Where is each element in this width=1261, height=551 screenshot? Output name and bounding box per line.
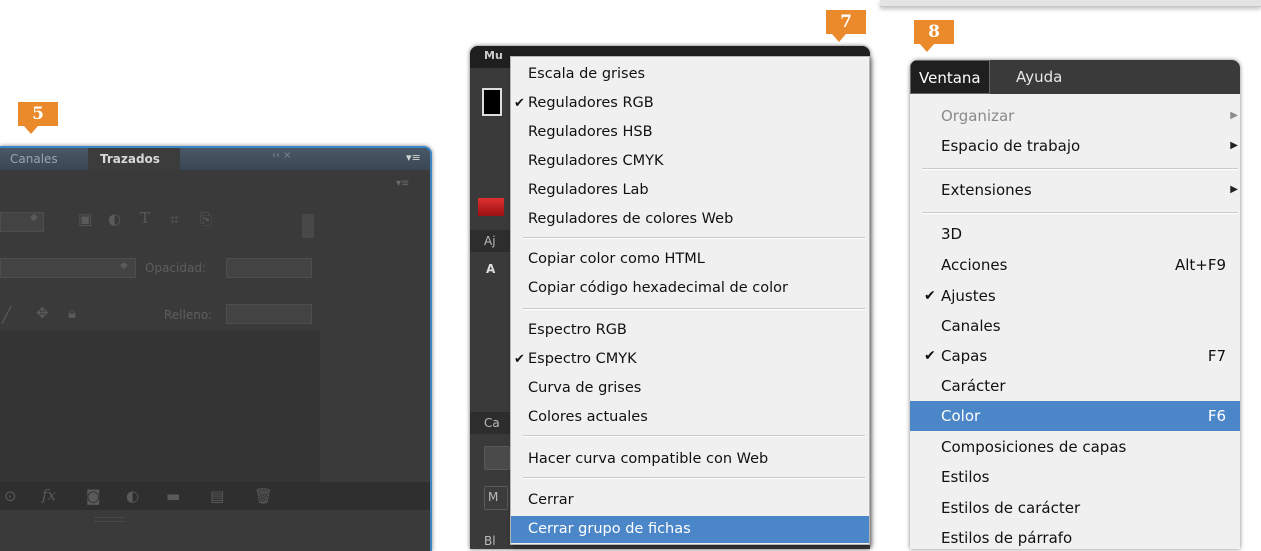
folder-icon[interactable]: ▬ — [166, 487, 180, 505]
filter-arrow-icon: ◆ — [30, 212, 38, 223]
paths-panel: Canales Trazados ‹‹ × ▾≡ ▾≡ ◆ ▣ ◐ T ⌗ ⎘ … — [0, 146, 432, 551]
menu-item-estilos-parrafo[interactable]: Estilos de párrafo — [910, 523, 1240, 549]
panel-footer — [0, 510, 430, 551]
panel-menu-icon[interactable]: ▾≡ — [406, 151, 421, 164]
submenu-arrow-icon: ▶ — [1230, 140, 1238, 151]
check-icon: ✔ — [514, 352, 525, 367]
new-layer-icon[interactable]: ▤ — [210, 487, 224, 505]
blend-mode-select[interactable] — [0, 258, 136, 278]
menu-item-colores-actuales[interactable]: Colores actuales — [511, 404, 869, 431]
filter-toggle[interactable] — [302, 214, 314, 238]
menu-item-espacio-trabajo[interactable]: Espacio de trabajo ▶ — [910, 131, 1240, 161]
top-decorative-strip — [880, 0, 1261, 7]
foreground-swatch[interactable] — [482, 88, 502, 116]
move-icon[interactable]: ✥ — [36, 304, 49, 322]
menu-item-caracter[interactable]: Carácter — [910, 371, 1240, 401]
m-label: M — [488, 490, 499, 504]
menu-item-curva-grises[interactable]: Curva de grises — [511, 375, 869, 402]
menu-item-reguladores-lab[interactable]: Reguladores Lab — [511, 177, 869, 204]
check-icon: ✔ — [514, 96, 525, 111]
menu-item-reguladores-web[interactable]: Reguladores de colores Web — [511, 206, 869, 233]
menu-separator — [523, 237, 865, 239]
adjustment-icon[interactable]: ◐ — [126, 487, 139, 505]
shortcut-label: Alt+F9 — [1174, 256, 1226, 274]
menu-item-espectro-rgb[interactable]: Espectro RGB — [511, 317, 869, 344]
check-icon: ✔ — [924, 288, 936, 304]
menu-item-ajustes[interactable]: ✔ Ajustes — [910, 281, 1240, 311]
color-panel-flyout-menu: Escala de grises ✔ Reguladores RGB Regula… — [510, 56, 870, 545]
menu-separator — [523, 435, 865, 437]
menu-ventana[interactable]: Ventana — [910, 60, 990, 94]
fill-field[interactable] — [226, 304, 312, 324]
step-badge-7: 7 — [826, 10, 866, 42]
bl-label: Bl — [484, 534, 496, 548]
step-badge-8: 8 — [914, 20, 954, 52]
menu-item-estilos[interactable]: Estilos — [910, 462, 1240, 492]
menu-item-escala-grises[interactable]: Escala de grises — [511, 61, 869, 88]
menu-item-canales[interactable]: Canales — [910, 311, 1240, 341]
a-label: A — [486, 262, 496, 276]
menu-item-curva-web[interactable]: Hacer curva compatible con Web — [511, 446, 869, 473]
submenu-icon[interactable]: ▾≡ — [396, 178, 409, 189]
submenu-arrow-icon: ▶ — [1230, 110, 1238, 121]
menu-item-acciones[interactable]: Acciones Alt+F9 — [910, 250, 1240, 280]
tab-muestras[interactable]: Mu — [484, 49, 503, 62]
collapse-close-icon[interactable]: ‹‹ × — [272, 150, 292, 161]
menu-separator — [922, 212, 1238, 214]
type-icon[interactable]: T — [140, 209, 150, 227]
smart-object-icon[interactable]: ⎘ — [200, 210, 212, 228]
menu-item-3d[interactable]: 3D — [910, 219, 1240, 249]
window-menu-panel: Ventana Ayuda Organizar ▶ Espacio de trab… — [910, 60, 1240, 549]
menu-item-espectro-cmyk[interactable]: ✔ Espectro CMYK — [511, 346, 869, 373]
resize-grip[interactable] — [95, 517, 125, 522]
trash-icon[interactable]: 🗑︎ — [254, 487, 273, 505]
blend-arrow-icon: ◆ — [120, 260, 128, 271]
lock-icon[interactable]: 🔒︎ — [68, 304, 76, 322]
menu-item-copiar-hex[interactable]: Copiar código hexadecimal de color — [511, 275, 869, 302]
mask-icon[interactable]: ◙ — [86, 487, 101, 505]
menu-separator — [922, 168, 1238, 170]
menu-ayuda[interactable]: Ayuda — [1008, 60, 1070, 94]
menu-bar: Ventana Ayuda — [910, 60, 1240, 94]
fill-label: Relleno: — [164, 308, 213, 322]
paths-bottom-toolbar: ⊙ fx ◙ ◐ ▬ ▤ 🗑︎ — [0, 482, 430, 510]
circle-half-icon[interactable]: ◐ — [108, 210, 121, 228]
menu-item-capas[interactable]: ✔ Capas F7 — [910, 341, 1240, 371]
menu-item-cerrar[interactable]: Cerrar — [511, 487, 869, 514]
shortcut-label: F6 — [1207, 407, 1226, 425]
tab-trazados[interactable]: Trazados — [88, 148, 180, 170]
aj-label: Aj — [484, 234, 496, 248]
step-badge-5: 5 — [18, 102, 58, 134]
menu-item-reguladores-rgb[interactable]: ✔ Reguladores RGB — [511, 90, 869, 117]
menu-item-reguladores-cmyk[interactable]: Reguladores CMYK — [511, 148, 869, 175]
opacity-field[interactable] — [226, 258, 312, 278]
menu-item-estilos-caracter[interactable]: Estilos de carácter — [910, 493, 1240, 523]
menu-separator — [523, 308, 865, 310]
link-icon[interactable]: ⊙ — [4, 487, 17, 505]
transform-icon[interactable]: ⌗ — [170, 210, 178, 228]
lock-brush-icon[interactable]: ╱ — [2, 306, 11, 324]
paths-panel-tabbar: Canales Trazados ‹‹ × ▾≡ — [0, 148, 430, 170]
small-button[interactable] — [484, 446, 510, 470]
menu-item-extensiones[interactable]: Extensiones ▶ — [910, 175, 1240, 205]
shortcut-label: F7 — [1207, 347, 1226, 365]
menu-separator — [523, 477, 865, 479]
menu-item-reguladores-hsb[interactable]: Reguladores HSB — [511, 119, 869, 146]
color-ramp[interactable] — [478, 198, 504, 216]
tab-canales[interactable]: Canales — [10, 148, 58, 170]
paths-list — [0, 330, 320, 482]
opacity-label: Opacidad: — [145, 261, 206, 275]
menu-item-cerrar-grupo[interactable]: Cerrar grupo de fichas — [511, 516, 869, 543]
menu-item-organizar: Organizar ▶ — [910, 101, 1240, 131]
submenu-arrow-icon: ▶ — [1230, 184, 1238, 195]
menu-item-composiciones[interactable]: Composiciones de capas — [910, 432, 1240, 462]
menu-item-copiar-html[interactable]: Copiar color como HTML — [511, 246, 869, 273]
fx-icon[interactable]: fx — [42, 486, 56, 504]
image-icon[interactable]: ▣ — [78, 210, 92, 228]
ca-label: Ca — [484, 416, 500, 430]
check-icon: ✔ — [924, 348, 936, 364]
menu-item-color[interactable]: Color F6 — [910, 401, 1240, 431]
